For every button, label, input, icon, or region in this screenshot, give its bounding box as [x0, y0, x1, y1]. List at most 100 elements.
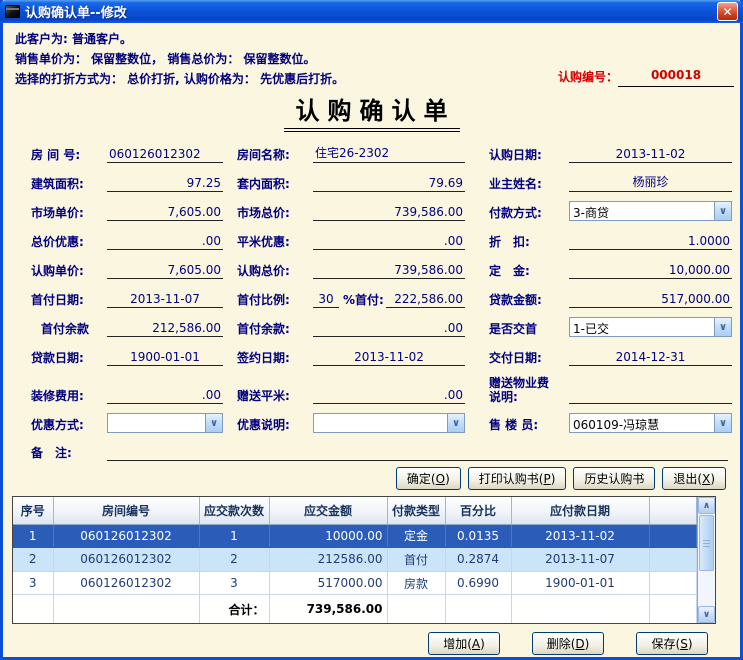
paid-first-select[interactable]: 1-已交 ∨ [569, 317, 732, 337]
table-total-row: 合计： 739,586.00 [13, 595, 697, 623]
disc-note-value [314, 414, 447, 432]
col-pay-type[interactable]: 付款类型 [387, 497, 445, 524]
room-no-input[interactable]: 060126012302 [107, 147, 223, 163]
mkt-total-input[interactable]: 739,586.00 [313, 205, 465, 221]
chevron-down-icon[interactable]: ∨ [714, 202, 731, 220]
col-due-date[interactable]: 应付款日期 [511, 497, 649, 524]
col-empty [649, 497, 697, 524]
deliver-date-input[interactable]: 2014-12-31 [569, 350, 732, 366]
chevron-down-icon[interactable]: ∨ [447, 414, 464, 432]
total-spacer [387, 595, 445, 623]
vertical-scrollbar[interactable]: ∧ ∨ [697, 497, 715, 623]
chevron-down-icon[interactable]: ∨ [714, 318, 731, 336]
action-button-row: 确定(O) 打印认购书(P) 历史认购书 退出(X) [3, 467, 740, 490]
title-bar[interactable]: 认购确认单--修改 ✕ [0, 0, 743, 23]
discount-input[interactable]: 1.0000 [569, 234, 732, 250]
total-disc-input[interactable]: .00 [107, 234, 223, 250]
chevron-down-icon[interactable]: ∨ [205, 414, 222, 432]
rg-total-input[interactable]: 739,586.00 [313, 263, 465, 279]
ok-button-label: 确定( [407, 470, 436, 487]
scroll-up-icon[interactable]: ∧ [698, 497, 715, 514]
total-spacer [53, 595, 199, 623]
fp-date-label: 首付日期: [31, 291, 107, 308]
cell-due-date: 1900-01-01 [511, 571, 649, 595]
table-row[interactable]: 2 060126012302 2 212586.00 首付 0.2874 201… [13, 548, 697, 572]
rg-unit-input[interactable]: 7,605.00 [107, 263, 223, 279]
field-gift-sqm: 赠送平米: .00 [237, 387, 489, 404]
field-fp-balance2: 首付余款: .00 [237, 320, 489, 337]
scrollbar-track[interactable] [698, 572, 715, 606]
save-button[interactable]: 保存(S) [636, 632, 708, 655]
exit-button[interactable]: 退出(X) [662, 467, 726, 490]
fp-balance1-label: 首付余款 [31, 320, 107, 337]
sign-date-input[interactable]: 2013-11-02 [313, 350, 465, 366]
salesman-select[interactable]: 060109-冯琼慧 ∨ [569, 413, 732, 433]
close-button[interactable]: ✕ [717, 2, 738, 21]
scroll-down-icon[interactable]: ∨ [698, 606, 715, 623]
col-room-no[interactable]: 房间编号 [53, 497, 199, 524]
sqm-disc-input[interactable]: .00 [313, 234, 465, 250]
build-area-input[interactable]: 97.25 [107, 176, 223, 192]
owner-input[interactable]: 杨丽珍 [569, 173, 732, 192]
loan-date-input[interactable]: 1900-01-01 [107, 350, 223, 366]
disc-mode-select[interactable]: ∨ [107, 413, 223, 433]
fp-balance1-input[interactable]: 212,586.00 [107, 321, 223, 337]
form-area: 房 间 号: 060126012302 房间名称: 住宅26-2302 认购日期… [3, 132, 740, 461]
room-name-input[interactable]: 住宅26-2302 [313, 144, 465, 163]
history-button[interactable]: 历史认购书 [573, 467, 655, 490]
field-salesman: 售 楼 员: 060109-冯琼慧 ∨ [489, 413, 734, 433]
cell-amount: 10000.00 [269, 524, 387, 548]
delete-button-label: 删除( [547, 635, 576, 652]
save-button-mnemonic: S [680, 637, 688, 651]
save-button-label-post: ) [688, 637, 693, 651]
gift-fee-label: 赠送物业费 说明: [489, 376, 569, 404]
loan-amt-input[interactable]: 517,000.00 [569, 292, 732, 308]
print-button-label-post: ) [551, 472, 556, 486]
col-installment[interactable]: 应交款次数 [199, 497, 269, 524]
remark-input[interactable] [107, 445, 728, 461]
form-title: 认购确认单 [284, 91, 460, 132]
rg-date-input[interactable]: 2013-11-02 [569, 147, 732, 163]
fp-date-input[interactable]: 2013-11-07 [107, 292, 223, 308]
add-button[interactable]: 增加(A) [428, 632, 500, 655]
fp-balance2-input[interactable]: .00 [313, 321, 465, 337]
field-sqm-disc: 平米优惠: .00 [237, 233, 489, 250]
window-title: 认购确认单--修改 [25, 2, 127, 21]
disc-note-select[interactable]: ∨ [313, 413, 465, 433]
col-percent[interactable]: 百分比 [445, 497, 511, 524]
gift-sqm-input[interactable]: .00 [313, 388, 465, 404]
total-spacer [511, 595, 649, 623]
add-button-label: 增加( [443, 635, 472, 652]
fp-amount-input[interactable]: 222,586.00 [386, 292, 465, 308]
table-row[interactable]: 1 060126012302 1 10000.00 定金 0.0135 2013… [13, 524, 697, 548]
salesman-value: 060109-冯琼慧 [570, 414, 714, 432]
scrollbar-thumb[interactable] [699, 515, 714, 571]
bottom-button-row: 增加(A) 删除(D) 保存(S) [3, 632, 740, 655]
fitment-input[interactable]: .00 [107, 388, 223, 404]
fp-ratio-input[interactable]: 30 [313, 292, 339, 308]
mkt-unit-input[interactable]: 7,605.00 [107, 205, 223, 221]
table-row[interactable]: 3 060126012302 3 517000.00 房款 0.6990 190… [13, 571, 697, 595]
loan-amt-label: 贷款金额: [489, 291, 569, 308]
total-label: 合计： [199, 595, 269, 623]
col-seq[interactable]: 序号 [13, 497, 53, 524]
cell-empty [649, 548, 697, 572]
ok-button[interactable]: 确定(O) [396, 467, 461, 490]
inner-area-input[interactable]: 79.69 [313, 176, 465, 192]
delete-button-mnemonic: D [575, 637, 584, 651]
col-amount[interactable]: 应交金额 [269, 497, 387, 524]
discount-label: 折 扣: [489, 233, 569, 250]
delete-button[interactable]: 删除(D) [532, 632, 604, 655]
order-number-value: 000018 [618, 65, 734, 87]
pay-method-select[interactable]: 3-商贷 ∨ [569, 201, 732, 221]
cell-due-date: 2013-11-07 [511, 548, 649, 572]
remark-label: 备 注: [31, 444, 107, 461]
gift-fee-input[interactable] [569, 388, 732, 404]
chevron-down-icon[interactable]: ∨ [714, 414, 731, 432]
print-confirmation-button[interactable]: 打印认购书(P) [468, 467, 567, 490]
order-number-label: 认购编号： [558, 67, 618, 87]
cell-pay-type: 定金 [387, 524, 445, 548]
deposit-input[interactable]: 10,000.00 [569, 263, 732, 279]
field-mkt-total: 市场总价: 739,586.00 [237, 204, 489, 221]
field-total-disc: 总价优惠: .00 [31, 233, 237, 250]
